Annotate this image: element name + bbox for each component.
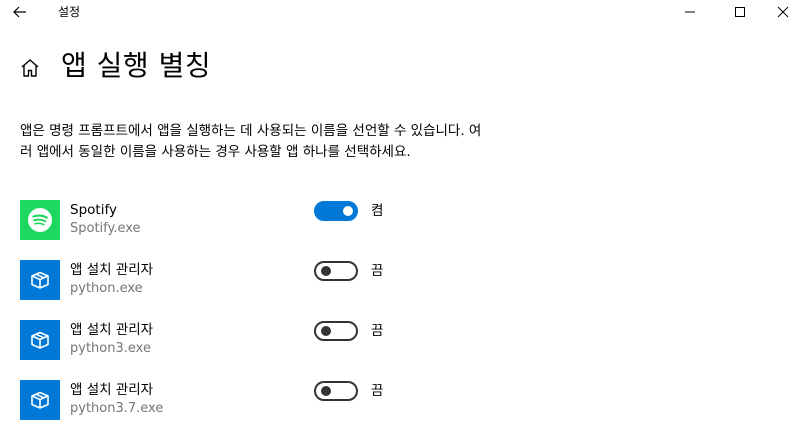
app-installer-icon: [20, 260, 60, 300]
toggle-state-label: 켬: [371, 203, 384, 219]
title-bar: 설정: [0, 0, 805, 24]
toggle-knob: [343, 206, 353, 216]
alias-toggle-spotify[interactable]: [314, 201, 358, 221]
maximize-button[interactable]: [717, 0, 763, 24]
alias-row-python: 앱 설치 관리자 python.exe 끔: [20, 260, 400, 300]
settings-window: 설정 앱 실행 별칭 앱은 명령 프롬프트에서 앱을 실행하는 데 사용되는 이…: [0, 0, 805, 439]
close-icon: [777, 6, 789, 18]
spotify-icon: [20, 200, 60, 240]
app-installer-icon: [20, 380, 60, 420]
alias-toggle-python[interactable]: [314, 261, 358, 281]
page-description: 앱은 명령 프롬프트에서 앱을 실행하는 데 사용되는 이름을 선언할 수 있습…: [20, 123, 482, 160]
toggle-state-label: 끔: [371, 383, 384, 399]
toggle-knob: [321, 386, 331, 396]
back-arrow-icon: [13, 6, 26, 18]
toggle-state-label: 끔: [371, 323, 384, 339]
app-name: Spotify: [70, 202, 117, 218]
app-name: 앱 설치 관리자: [70, 262, 154, 278]
page-title: 앱 실행 별칭: [61, 49, 212, 82]
close-button[interactable]: [760, 0, 805, 24]
toggle-knob: [321, 326, 331, 336]
alias-row-python37: 앱 설치 관리자 python3.7.exe 끔: [20, 380, 400, 420]
alias-exe: python3.7.exe: [70, 401, 164, 416]
alias-toggle-python37[interactable]: [314, 381, 358, 401]
home-icon: [21, 59, 39, 77]
alias-toggle-python3[interactable]: [314, 321, 358, 341]
minimize-icon: [685, 11, 695, 13]
alias-exe: python3.exe: [70, 341, 151, 356]
alias-row-python3: 앱 설치 관리자 python3.exe 끔: [20, 320, 400, 360]
toggle-state-label: 끔: [371, 263, 384, 279]
back-button[interactable]: [6, 0, 34, 24]
window-title: 설정: [58, 5, 81, 19]
maximize-icon: [735, 7, 745, 17]
toggle-knob: [321, 266, 331, 276]
minimize-button[interactable]: [667, 0, 713, 24]
app-installer-icon: [20, 320, 60, 360]
home-button[interactable]: [19, 57, 41, 79]
alias-exe: python.exe: [70, 281, 143, 296]
app-name: 앱 설치 관리자: [70, 382, 154, 398]
app-name: 앱 설치 관리자: [70, 322, 154, 338]
alias-exe: Spotify.exe: [70, 221, 141, 236]
alias-row-spotify: Spotify Spotify.exe 켬: [20, 200, 400, 240]
